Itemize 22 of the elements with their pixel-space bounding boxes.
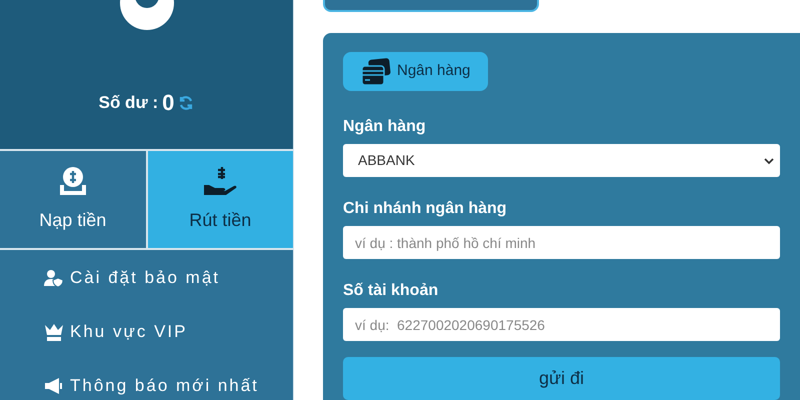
cards-icon <box>361 58 391 86</box>
action-tile[interactable]: Nạp tiền <box>0 151 146 248</box>
input-field[interactable]: ví dụ: 6227002020690175526 <box>343 308 780 341</box>
submit-button[interactable]: gửi đi <box>343 357 780 400</box>
field-label: Chi nhánh ngân hàng <box>343 199 508 219</box>
menu-item[interactable]: Cài đặt bảo mật <box>44 264 293 292</box>
hand-dollar-icon <box>202 165 238 197</box>
refresh-icon[interactable] <box>178 94 194 110</box>
balance-value: 0 <box>162 89 174 117</box>
input-field[interactable]: ví dụ : thành phố hồ chí minh <box>343 226 780 259</box>
method-tab[interactable]: Ngân hàng <box>343 52 488 91</box>
chevron-down-icon <box>764 156 774 164</box>
field-label: Số tài khoản <box>343 281 440 301</box>
action-tile[interactable]: Rút tiền <box>148 151 293 248</box>
user-shield-icon <box>44 269 64 287</box>
crown-icon <box>44 322 64 342</box>
balance-label: Số dư : <box>98 92 158 114</box>
megaphone-icon <box>44 377 64 395</box>
menu-item[interactable]: Khu vực VIP <box>44 318 293 346</box>
field-label: Ngân hàng <box>343 117 427 137</box>
bank-select[interactable]: ABBANK <box>343 144 780 177</box>
menu-item[interactable]: Thông báo mới nhất <box>44 372 293 400</box>
